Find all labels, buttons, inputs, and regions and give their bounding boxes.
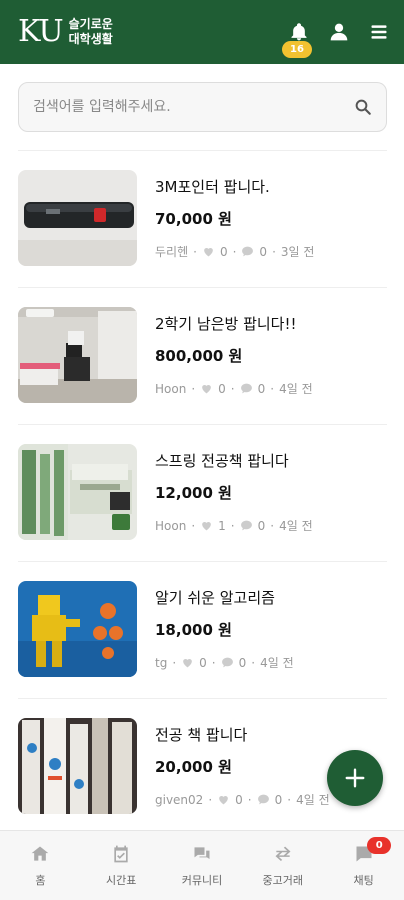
listing-item[interactable]: 3M포인터 팝니다. 70,000 원 두리헨 · 0 · 0 · 3일 전 (18, 170, 387, 280)
search-input[interactable] (33, 99, 354, 115)
divider (18, 424, 387, 425)
listing-title: 스프링 전공책 팝니다 (155, 452, 289, 470)
listing-comment-count: 0 (257, 381, 266, 396)
app-logo[interactable]: KU 슬기로운 대학생활 (18, 17, 113, 47)
notification-button[interactable]: 16 (282, 21, 312, 58)
listing-time: 4일 전 (279, 519, 313, 533)
listing-thumbnail (18, 581, 137, 677)
menu-button[interactable] (368, 21, 390, 43)
listing-price: 70,000 원 (155, 210, 232, 228)
listing-title: 3M포인터 팝니다. (155, 178, 270, 196)
nav-item-chat[interactable]: 0 채팅 (323, 831, 404, 900)
search-bar (18, 82, 387, 132)
listing-like-count: 0 (218, 381, 226, 396)
listing-time: 4일 전 (260, 656, 294, 670)
listing-comment-count: 0 (257, 518, 266, 533)
nav-item-community[interactable]: 커뮤니티 (162, 831, 243, 900)
heart-icon (219, 795, 228, 805)
chat-unread-badge: 0 (367, 837, 392, 854)
listing-like-count: 0 (219, 244, 228, 259)
divider (18, 150, 387, 151)
listing-like-count: 1 (218, 518, 226, 533)
listing-like-count: 0 (235, 792, 243, 807)
listing-price: 18,000 원 (155, 621, 232, 639)
listing-time: 4일 전 (296, 793, 330, 807)
nav-label-timetable: 시간표 (106, 873, 137, 887)
listing-comment-count: 0 (274, 792, 283, 807)
nav-item-timetable[interactable]: 시간표 (81, 831, 162, 900)
profile-button[interactable] (328, 21, 350, 43)
listing-item[interactable]: 스프링 전공책 팝니다 12,000 원 Hoon · 1 · 0 · 4일 전 (18, 444, 387, 554)
listing-title: 2학기 남은방 팝니다!! (155, 315, 297, 333)
chat-bubbles-icon (194, 846, 210, 859)
listing-thumbnail (18, 444, 137, 540)
nav-item-marketplace[interactable]: 중고거래 (242, 831, 323, 900)
listing-time: 3일 전 (280, 245, 315, 259)
listing-title: 알기 쉬운 알고리즘 (155, 589, 275, 607)
listing-comment-count: 0 (259, 244, 268, 259)
bell-icon (291, 23, 307, 41)
bottom-navigation: 홈 시간표 커뮤니티 중고거래 0 채팅 (0, 830, 404, 900)
listing-seller: 두리헨 (155, 245, 189, 259)
heart-icon (202, 521, 211, 531)
nav-label-home: 홈 (35, 873, 46, 887)
listing-thumbnail (18, 718, 137, 814)
listing-price: 20,000 원 (155, 758, 232, 776)
user-icon (330, 23, 348, 41)
nav-item-home[interactable]: 홈 (0, 831, 81, 900)
listing-seller: tg (155, 655, 168, 670)
nav-label-community: 커뮤니티 (181, 873, 223, 887)
listing-time: 4일 전 (279, 382, 313, 396)
comment-icon (242, 246, 254, 257)
search-icon[interactable] (354, 98, 372, 116)
nav-label-marketplace: 중고거래 (262, 873, 304, 887)
heart-icon (183, 658, 192, 668)
nav-label-chat: 채팅 (353, 873, 374, 887)
listing-thumbnail (18, 170, 137, 266)
hamburger-menu-icon (371, 25, 387, 39)
listing-seller: given02 (155, 792, 204, 807)
comment-icon (257, 794, 269, 805)
divider (18, 287, 387, 288)
exchange-icon (275, 846, 291, 861)
divider (18, 561, 387, 562)
comment-icon (221, 657, 233, 668)
listing-seller: Hoon (155, 518, 187, 533)
logo-text: KU (18, 14, 64, 49)
divider (18, 698, 387, 699)
listing-price: 12,000 원 (155, 484, 232, 502)
logo-subtitle-line2: 대학생활 (68, 32, 113, 46)
top-app-bar: KU 슬기로운 대학생활 16 (0, 0, 404, 64)
home-icon (32, 846, 49, 861)
calendar-icon (114, 845, 128, 862)
logo-subtitle-line1: 슬기로운 (68, 17, 113, 31)
add-listing-button[interactable] (327, 750, 383, 806)
listing-price: 800,000 원 (155, 347, 243, 365)
heart-icon (204, 247, 213, 257)
logo-subtitle: 슬기로운 대학생활 (69, 17, 113, 47)
listing-thumbnail (18, 307, 137, 403)
listing-item[interactable]: 알기 쉬운 알고리즘 18,000 원 tg · 0 · 0 · 4일 전 (18, 581, 387, 691)
listing-like-count: 0 (199, 655, 207, 670)
comment-icon (240, 520, 252, 531)
listing-item[interactable]: 2학기 남은방 팝니다!! 800,000 원 Hoon · 0 · 0 · 4일 전 (18, 307, 387, 417)
heart-icon (202, 384, 211, 394)
plus-icon (345, 768, 365, 788)
listing-title: 전공 책 팝니다 (155, 726, 248, 744)
notification-count-badge: 16 (282, 41, 312, 58)
comment-icon (240, 383, 252, 394)
listing-comment-count: 0 (238, 655, 247, 670)
listing-seller: Hoon (155, 381, 187, 396)
